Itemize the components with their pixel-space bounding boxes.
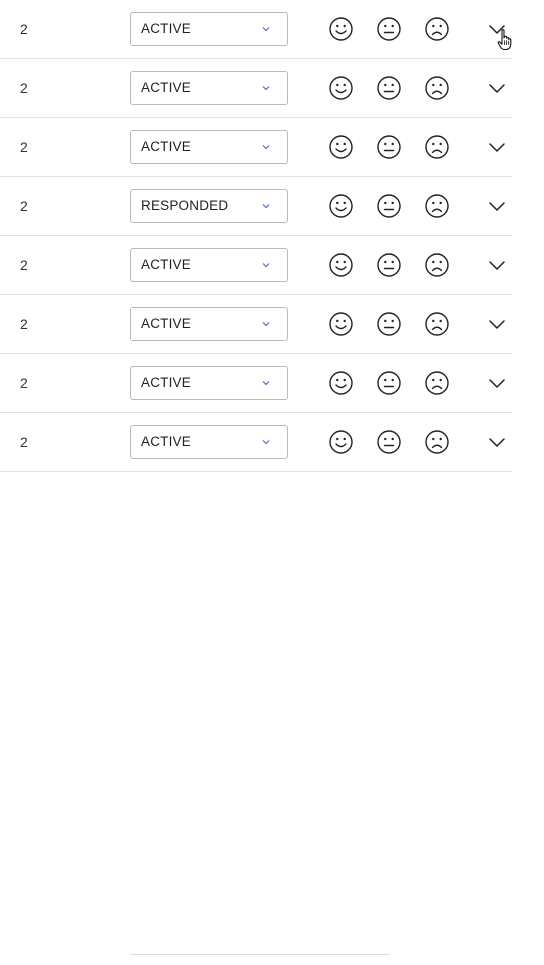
smiley-sad-icon[interactable]: [424, 16, 450, 42]
smiley-neutral-icon[interactable]: [376, 134, 402, 160]
row-count: 2: [20, 198, 28, 214]
smiley-sad-icon[interactable]: [424, 429, 450, 455]
smiley-sad-icon[interactable]: [424, 134, 450, 160]
row-count: 2: [20, 80, 28, 96]
chevron-down-icon: [262, 322, 270, 327]
status-select-value: ACTIVE: [141, 375, 191, 390]
smiley-happy-icon[interactable]: [328, 134, 354, 160]
status-select[interactable]: ACTIVE: [130, 130, 288, 164]
smiley-happy-icon[interactable]: [328, 75, 354, 101]
row-count: 2: [20, 257, 28, 273]
smiley-happy-icon[interactable]: [328, 16, 354, 42]
status-select[interactable]: ACTIVE: [130, 366, 288, 400]
expand-chevron-icon[interactable]: [488, 81, 506, 95]
next-row-partial: [0, 472, 512, 955]
smiley-happy-icon[interactable]: [328, 429, 354, 455]
smiley-neutral-icon[interactable]: [376, 16, 402, 42]
table-row: 2 ACTIVE: [0, 354, 512, 413]
smiley-neutral-icon[interactable]: [376, 75, 402, 101]
table-row: 2 ACTIVE: [0, 0, 512, 59]
chevron-down-icon: [262, 27, 270, 32]
responses-table: 2 ACTIVE 2 ACTIVE 2 ACTIVE 2 RESPONDED 2…: [0, 0, 512, 472]
status-select[interactable]: ACTIVE: [130, 307, 288, 341]
smiley-happy-icon[interactable]: [328, 370, 354, 396]
table-row: 2 ACTIVE: [0, 118, 512, 177]
chevron-down-icon: [262, 440, 270, 445]
status-select-value: RESPONDED: [141, 198, 229, 213]
smiley-sad-icon[interactable]: [424, 252, 450, 278]
hand-pointer-cursor: [497, 29, 512, 51]
expand-chevron-icon[interactable]: [488, 317, 506, 331]
expand-chevron-icon[interactable]: [488, 376, 506, 390]
table-row: 2 ACTIVE: [0, 413, 512, 472]
expand-chevron-icon[interactable]: [488, 435, 506, 449]
chevron-down-icon: [262, 86, 270, 91]
status-select[interactable]: RESPONDED: [130, 189, 288, 223]
status-select-value: ACTIVE: [141, 80, 191, 95]
smiley-sad-icon[interactable]: [424, 193, 450, 219]
smiley-happy-icon[interactable]: [328, 252, 354, 278]
status-select[interactable]: ACTIVE: [130, 248, 288, 282]
expand-chevron-icon[interactable]: [488, 258, 506, 272]
smiley-neutral-icon[interactable]: [376, 429, 402, 455]
expand-chevron-icon[interactable]: [488, 140, 506, 154]
row-count: 2: [20, 434, 28, 450]
smiley-neutral-icon[interactable]: [376, 193, 402, 219]
row-count: 2: [20, 21, 28, 37]
status-select-value: ACTIVE: [141, 316, 191, 331]
smiley-happy-icon[interactable]: [328, 311, 354, 337]
chevron-down-icon: [262, 263, 270, 268]
status-select[interactable]: ACTIVE: [130, 71, 288, 105]
row-count: 2: [20, 139, 28, 155]
status-select[interactable]: ACTIVE: [130, 12, 288, 46]
smiley-neutral-icon[interactable]: [376, 370, 402, 396]
chevron-down-icon: [262, 204, 270, 209]
table-row: 2 ACTIVE: [0, 236, 512, 295]
expand-chevron-icon[interactable]: [488, 199, 506, 213]
row-count: 2: [20, 316, 28, 332]
status-select-value: ACTIVE: [141, 434, 191, 449]
smiley-happy-icon[interactable]: [328, 193, 354, 219]
smiley-neutral-icon[interactable]: [376, 252, 402, 278]
status-select-value: ACTIVE: [141, 139, 191, 154]
status-select-value: ACTIVE: [141, 21, 191, 36]
row-count: 2: [20, 375, 28, 391]
table-row: 2 ACTIVE: [0, 59, 512, 118]
status-select[interactable]: ACTIVE: [130, 425, 288, 459]
smiley-neutral-icon[interactable]: [376, 311, 402, 337]
smiley-sad-icon[interactable]: [424, 370, 450, 396]
smiley-sad-icon[interactable]: [424, 75, 450, 101]
status-select-partial: [130, 954, 390, 965]
chevron-down-icon: [262, 381, 270, 386]
table-row: 2 RESPONDED: [0, 177, 512, 236]
table-row: 2 ACTIVE: [0, 295, 512, 354]
status-select-value: ACTIVE: [141, 257, 191, 272]
smiley-sad-icon[interactable]: [424, 311, 450, 337]
chevron-down-icon: [262, 145, 270, 150]
